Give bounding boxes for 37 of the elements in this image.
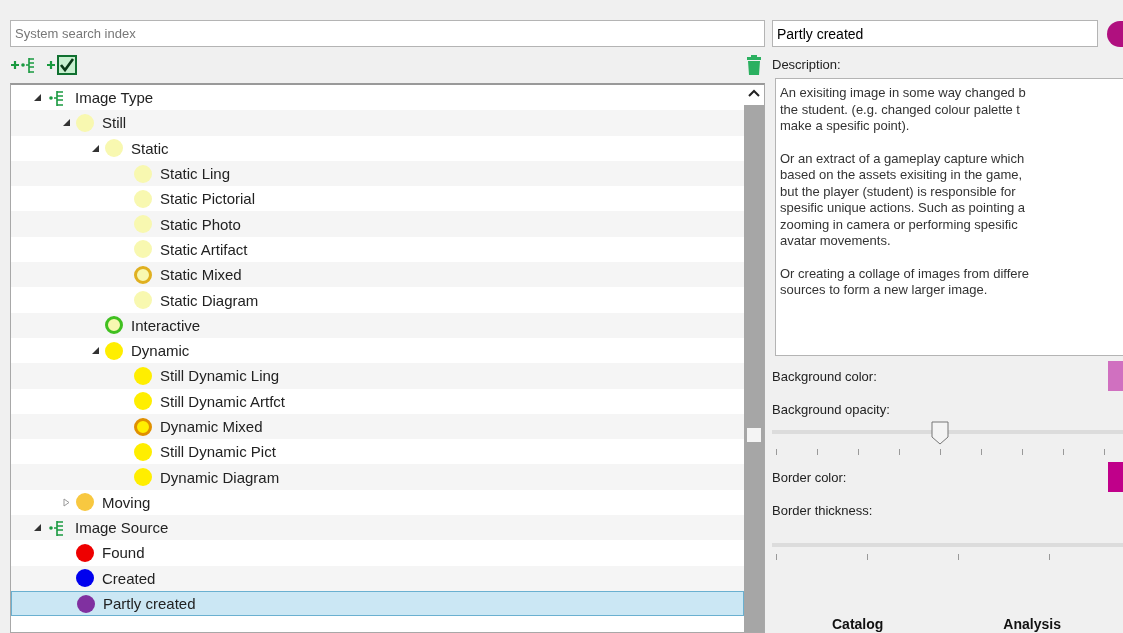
collapsed-arrow-icon[interactable] [62,497,71,507]
trash-icon[interactable] [746,54,762,76]
tree-item[interactable]: Partly created [11,590,744,617]
tree-item[interactable]: Dynamic Diagram [11,464,744,490]
tree-item[interactable]: Still Dynamic Ling [11,363,744,389]
tree-item[interactable]: Static Ling [11,160,744,187]
background-color-swatch[interactable] [1108,361,1123,391]
border-color-label: Border color: [772,469,847,485]
tree-item[interactable]: Created [11,565,744,591]
tree-item[interactable]: Image Source [11,515,744,541]
border-color-swatch[interactable] [1108,462,1123,492]
border-thickness-label: Border thickness: [772,503,874,518]
tree-item[interactable]: Dynamic Mixed [11,413,744,440]
tree-item[interactable]: Still [11,110,744,136]
tree-category-icon [49,88,65,107]
scroll-up-icon[interactable] [748,89,760,97]
background-color-label: Background color: [772,368,877,384]
opacity-slider[interactable] [772,421,1123,447]
expanded-arrow-icon[interactable] [91,346,100,356]
tree-item[interactable]: Static Mixed [11,262,744,288]
expanded-arrow-icon[interactable] [33,523,42,533]
expanded-arrow-icon[interactable] [91,143,100,153]
background-opacity-label: Background opacity: [772,402,891,417]
name-field[interactable]: Partly created [772,20,1098,47]
expanded-arrow-icon[interactable] [33,93,42,103]
tree-category-icon [49,518,65,537]
tab[interactable]: Analysis [1003,616,1061,632]
tab[interactable]: Catalog [832,616,884,632]
add-checkbox-icon[interactable] [46,54,80,76]
scroll-thumb[interactable] [747,428,761,442]
description-label: Description: [772,57,842,72]
expanded-arrow-icon[interactable] [62,118,71,128]
slider-thumb[interactable] [931,421,950,445]
description-field[interactable]: An exisiting image in some way changed b the student. (e.g. changed colour palette t make a spesific point). Or an extract of a gameplay capture which based on the assets exisiting in the game, but the player (student) is responsible for spesific unique actions. Such as pointing a zooming in camera or performing spesific avatar movements. Or creating a collage of images from differe sources to form a new larger image. [775,78,1123,356]
tree-item[interactable]: Static Photo [11,211,744,237]
search-field[interactable]: System search index [10,20,765,47]
tree-item[interactable]: Interactive [11,312,744,338]
